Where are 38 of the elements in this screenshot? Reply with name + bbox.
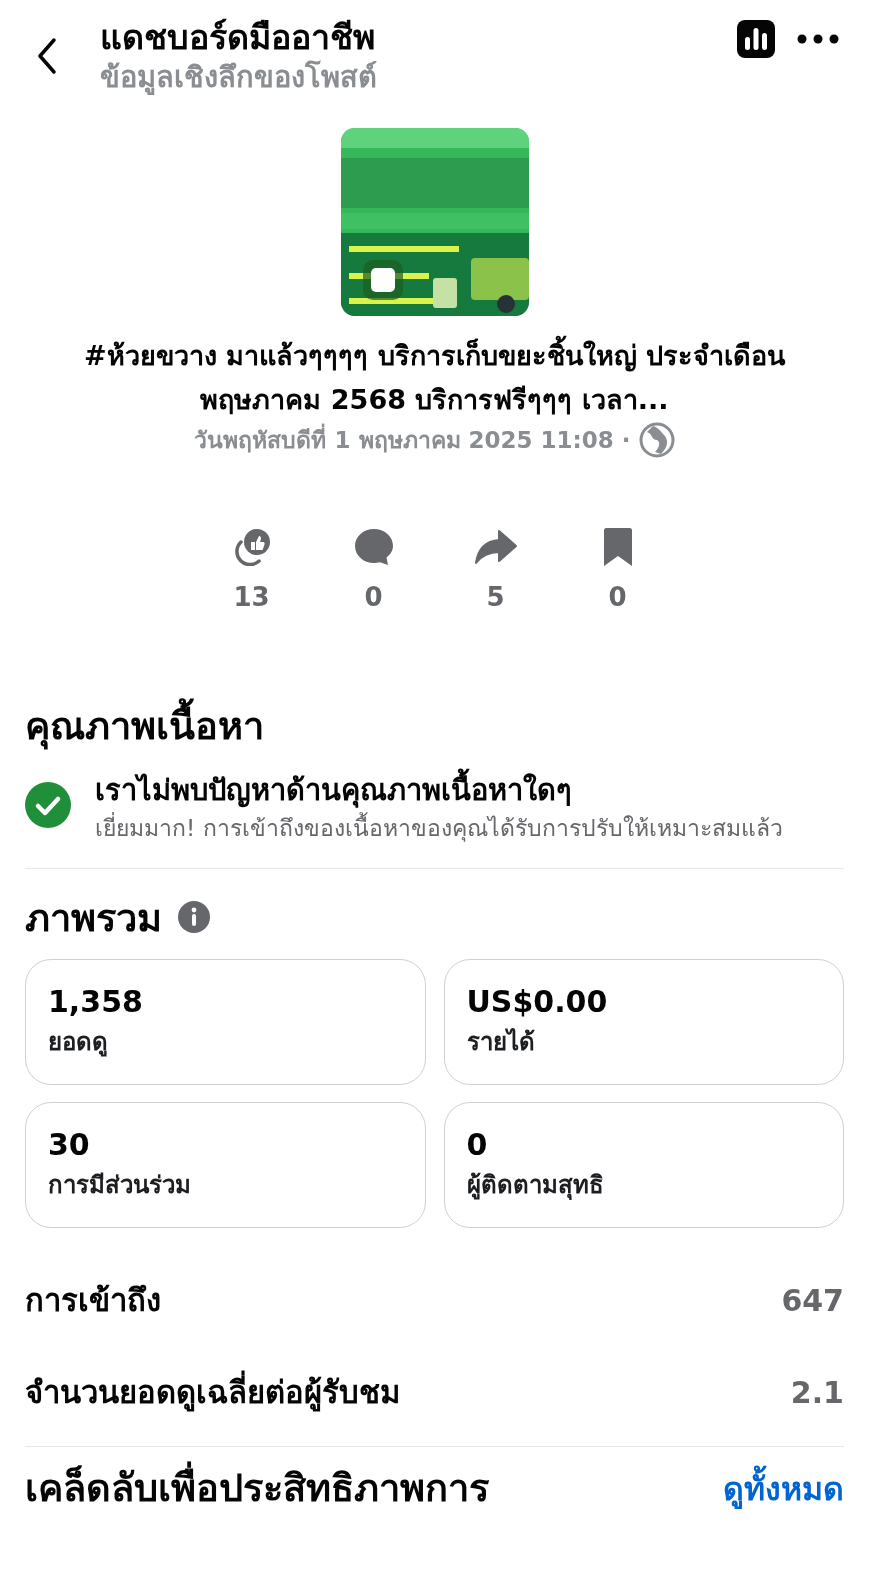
page-subtitle: ข้อมูลเชิงลึกของโพสต์ <box>100 59 378 96</box>
section-heading: เคล็ดลับเพื่อประสิทธิภาพการ <box>25 1461 489 1515</box>
bar-chart-icon[interactable] <box>737 20 775 58</box>
metric-card[interactable]: 30 การมีส่วนร่วม <box>25 1102 426 1228</box>
more-icon[interactable] <box>797 34 839 44</box>
metric-value: 2.1 <box>790 1374 844 1410</box>
globe-icon <box>638 422 675 458</box>
see-all-link[interactable]: ดูทั้งหมด <box>723 1462 844 1514</box>
check-circle-icon <box>25 782 71 828</box>
comment-icon <box>353 528 394 566</box>
metric-value: US$0.00 <box>466 983 609 1021</box>
section-heading: คุณภาพเนื้อหา <box>25 698 844 754</box>
bookmark-icon <box>602 527 633 567</box>
metric-label: การมีส่วนร่วม <box>48 1170 192 1201</box>
share-icon <box>474 529 517 565</box>
quality-status: เราไม่พบปัญหาด้านคุณภาพเนื้อหาใดๆ <box>95 770 783 810</box>
metric-value: 0 <box>466 1126 489 1164</box>
metric-label: ยอดดู <box>48 1027 109 1059</box>
metric-value: 647 <box>781 1282 844 1318</box>
metric-card[interactable]: US$0.00 รายได้ <box>443 959 844 1085</box>
metric-label: รายได้ <box>466 1027 536 1058</box>
post-caption: #ห้วยขวาง มาแล้วๆๆๆๆ บริการเก็บขยะชิ้นใหญ่ ประจำเดือน พฤษภาคม 2568 บริการฟรีๆๆๆ เวลา... <box>40 334 829 422</box>
page-title: แดชบอร์ดมืออาชีพ <box>100 16 376 58</box>
post-date: วันพฤหัสบดีที่ 1 พฤษภาคม 2025 11:08 · <box>194 422 631 458</box>
metric-label: จำนวนยอดดูเฉลี่ยต่อผู้รับชม <box>25 1367 400 1417</box>
metric-value: 30 <box>48 1126 91 1164</box>
metric-label: ผู้ติดตามสุทธิ <box>466 1170 605 1202</box>
metric-label: การเข้าถึง <box>25 1281 161 1320</box>
section-heading: ภาพรวม <box>25 894 162 942</box>
stat-count: 13 <box>233 582 270 612</box>
metric-card[interactable]: 0 ผู้ติดตามสุทธิ <box>443 1102 844 1228</box>
stat-count: 0 <box>608 582 627 612</box>
info-icon[interactable] <box>178 901 210 933</box>
stat-count: 0 <box>364 582 383 612</box>
metric-card[interactable]: 1,358 ยอดดู <box>25 959 426 1085</box>
stat-count: 5 <box>486 582 505 612</box>
metric-value: 1,358 <box>48 983 144 1021</box>
quality-description: เยี่ยมมาก! การเข้าถึงของเนื้อหาของคุณได้รับการปรับให้เหมาะสมแล้ว <box>95 810 783 846</box>
